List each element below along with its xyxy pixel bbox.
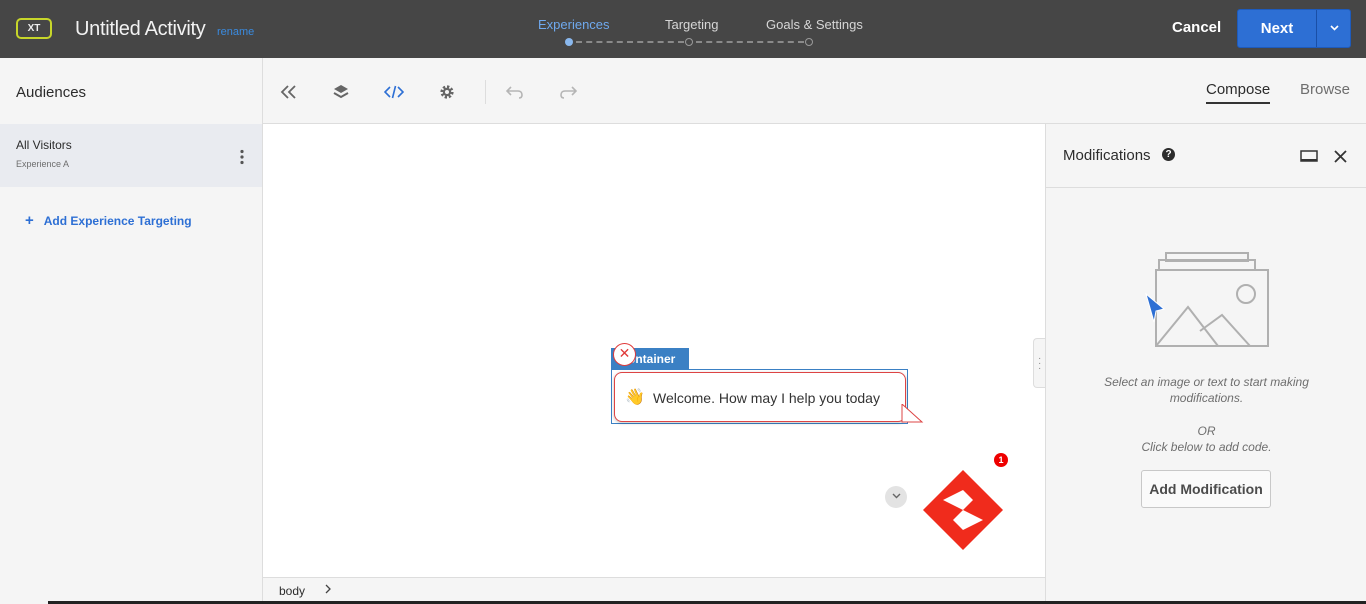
empty-line-1: Select an image or text to start making xyxy=(1104,375,1309,389)
step-indicator-experiences xyxy=(565,38,573,46)
step-goals-settings[interactable]: Goals & Settings xyxy=(766,17,863,32)
chat-bubble[interactable]: 👋 Welcome. How may I help you today xyxy=(614,372,906,422)
modifications-panel: Modifications ? Select an image or text … xyxy=(1045,124,1366,604)
waving-hand-icon: 👋 xyxy=(625,389,645,406)
monitor-icon[interactable] xyxy=(1300,150,1318,169)
audience-name: All Visitors xyxy=(16,138,72,152)
plus-icon: + xyxy=(25,212,34,229)
step-indicator-targeting xyxy=(685,38,693,46)
modifications-header: Modifications ? xyxy=(1046,124,1366,188)
undo-icon[interactable] xyxy=(503,80,527,104)
bubble-tail xyxy=(901,404,924,423)
or-label: OR xyxy=(1197,424,1216,438)
activity-type-badge: XT xyxy=(16,18,52,39)
close-icon[interactable]: ✕ xyxy=(613,343,636,366)
redo-icon[interactable] xyxy=(556,80,580,104)
tab-browse[interactable]: Browse xyxy=(1300,81,1350,98)
toolbar-divider xyxy=(485,80,486,104)
cancel-button[interactable]: Cancel xyxy=(1172,19,1221,36)
click-below-label: Click below to add code. xyxy=(1141,440,1272,454)
next-button-group: Next xyxy=(1237,9,1351,48)
empty-line-2: modifications. xyxy=(1169,391,1244,405)
notification-badge: 1 xyxy=(994,453,1008,467)
help-icon[interactable]: ? xyxy=(1162,148,1175,161)
close-panel-icon[interactable] xyxy=(1334,150,1347,168)
next-dropdown-chevron-icon[interactable] xyxy=(1318,10,1351,47)
activity-title: Untitled Activity xyxy=(75,18,206,40)
welcome-message: Welcome. How may I help you today xyxy=(653,390,880,406)
settings-gear-icon[interactable] xyxy=(435,80,459,104)
step-connector xyxy=(696,41,804,43)
breadcrumb-body[interactable]: body xyxy=(279,584,305,598)
modifications-title: Modifications xyxy=(1063,147,1151,164)
rename-link[interactable]: rename xyxy=(217,26,254,38)
add-code-hint: OR Click below to add code. xyxy=(1046,423,1366,455)
audiences-title: Audiences xyxy=(16,84,87,101)
step-indicator-goals xyxy=(805,38,813,46)
more-options-icon[interactable] xyxy=(239,149,245,165)
element-breadcrumb-bar: body xyxy=(263,577,1046,604)
experience-label: Experience A xyxy=(16,159,70,169)
layers-icon[interactable] xyxy=(329,80,353,104)
code-icon[interactable] xyxy=(382,80,406,104)
chevron-down-icon[interactable] xyxy=(885,486,907,508)
collapse-panel-icon[interactable] xyxy=(277,80,301,104)
step-connector xyxy=(576,41,684,43)
step-experiences[interactable]: Experiences xyxy=(538,17,610,32)
next-button[interactable]: Next xyxy=(1238,10,1317,47)
image-placeholder-icon xyxy=(1145,252,1269,347)
add-modification-button[interactable]: Add Modification xyxy=(1141,470,1271,508)
selected-container[interactable]: 👋 Welcome. How may I help you today xyxy=(611,369,908,424)
add-experience-targeting-link[interactable]: + Add Experience Targeting xyxy=(25,212,192,229)
breadcrumb-chevron-right-icon[interactable] xyxy=(325,583,331,597)
chat-widget-logo-icon[interactable] xyxy=(922,469,1004,551)
audience-row-all-visitors[interactable]: All Visitors Experience A xyxy=(0,124,262,187)
audiences-panel: Audiences All Visitors Experience A + Add… xyxy=(0,58,263,604)
editor-toolbar: Compose Browse xyxy=(263,58,1366,124)
step-targeting[interactable]: Targeting xyxy=(665,17,718,32)
empty-state-message: Select an image or text to start making … xyxy=(1046,374,1366,406)
top-bar: XT Untitled Activity rename Experiences … xyxy=(0,0,1366,58)
add-targeting-label: Add Experience Targeting xyxy=(43,214,192,228)
tab-compose[interactable]: Compose xyxy=(1206,81,1271,104)
